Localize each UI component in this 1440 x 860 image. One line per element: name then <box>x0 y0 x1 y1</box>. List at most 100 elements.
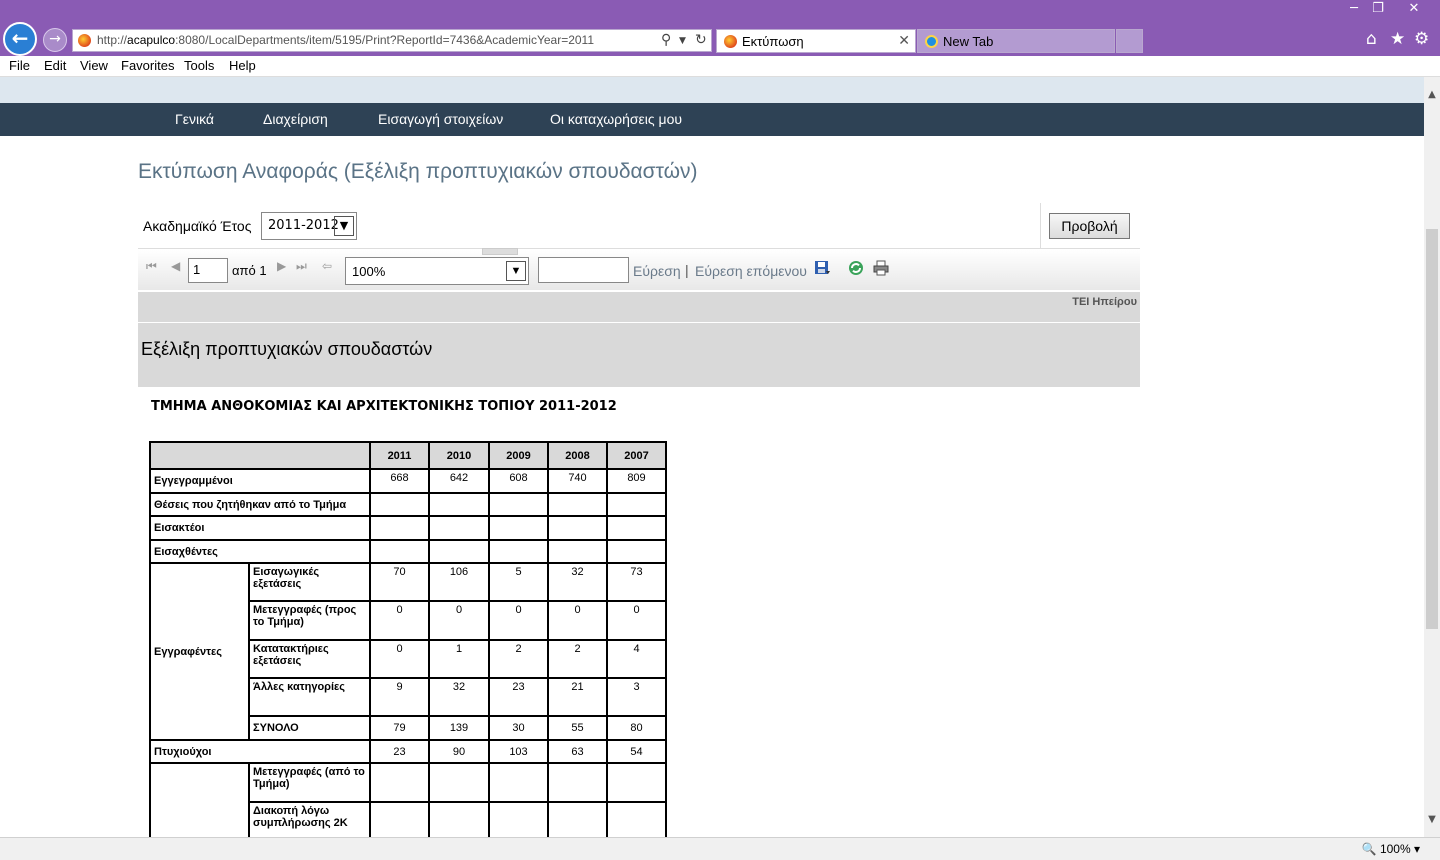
table-cell: 0 <box>606 600 667 641</box>
page-count: από 1 <box>232 263 267 278</box>
find-separator: | <box>685 262 689 278</box>
tab-print[interactable]: Εκτύπωση ✕ <box>716 29 916 53</box>
back-button[interactable]: ← <box>3 22 37 56</box>
restore-icon[interactable]: ❐ <box>1363 1 1393 16</box>
refresh-icon[interactable] <box>848 260 864 276</box>
year-select[interactable]: 2011-2012 ▼ <box>261 212 357 240</box>
row-label: Μετεγγραφές (από το Τμήμα) <box>248 762 371 803</box>
page-title: Εκτύπωση Αναφοράς (Εξέλιξη προπτυχιακών … <box>138 160 698 183</box>
chevron-down-icon[interactable]: ▼ <box>679 36 686 46</box>
view-report-button[interactable]: Προβολή <box>1049 213 1130 239</box>
table-cell: 0 <box>547 600 608 641</box>
previous-page-icon[interactable]: ◀ <box>171 259 180 273</box>
row-label: ΣΥΝΟΛΟ <box>248 715 371 741</box>
table-cell: 5 <box>488 562 549 602</box>
table-cell <box>428 539 490 564</box>
home-icon[interactable]: ⌂ <box>1366 29 1377 49</box>
last-page-icon[interactable]: ⏭ <box>296 259 307 274</box>
gear-icon[interactable]: ⚙ <box>1414 29 1429 49</box>
address-url: http://acapulco:8080/LocalDepartments/it… <box>97 33 595 47</box>
nav-data-entry[interactable]: Εισαγωγή στοιχείων <box>378 111 503 127</box>
page-number-input[interactable]: 1 <box>188 258 228 283</box>
tab-new-tab[interactable]: New Tab <box>917 29 1115 53</box>
refresh-icon[interactable]: ↻ <box>695 32 707 48</box>
collapse-parameters-handle[interactable] <box>482 248 518 255</box>
student-progress-table: 2011 2010 2009 2008 2007 Εγγεγραμμένοι 6… <box>149 441 667 837</box>
nav-general[interactable]: Γενικά <box>175 111 214 127</box>
table-cell: 4 <box>606 639 667 679</box>
browser-title-bar: ← → http://acapulco:8080/LocalDepartment… <box>0 0 1440 56</box>
year-header: 2008 <box>547 441 608 470</box>
menu-view[interactable]: View <box>80 58 108 73</box>
menu-favorites[interactable]: Favorites <box>121 58 174 73</box>
nav-my-entries[interactable]: Οι καταχωρήσεις μου <box>550 111 682 127</box>
year-header: 2011 <box>369 441 430 470</box>
favorites-star-icon[interactable]: ★ <box>1390 29 1405 49</box>
table-cell <box>547 492 608 517</box>
table-cell: 32 <box>428 677 490 717</box>
table-cell <box>488 762 549 803</box>
status-bar: 🔍 100% ▾ <box>0 837 1440 860</box>
menu-file[interactable]: File <box>9 58 30 73</box>
address-bar[interactable]: http://acapulco:8080/LocalDepartments/it… <box>72 29 712 52</box>
chevron-down-icon: ▼ <box>506 261 526 281</box>
table-cell <box>428 762 490 803</box>
table-cell <box>369 492 430 517</box>
table-cell <box>547 515 608 541</box>
table-cell: 70 <box>369 562 430 602</box>
table-cell <box>488 515 549 541</box>
report-title: Εξέλιξη προπτυχιακών σπουδαστών <box>141 339 433 359</box>
table-cell: 809 <box>606 468 667 494</box>
table-cell <box>369 762 430 803</box>
tab-label: Εκτύπωση <box>742 34 804 49</box>
row-label: Πτυχιούχοι <box>149 739 371 764</box>
zoom-select[interactable]: 100% ▼ <box>345 257 529 285</box>
menu-edit[interactable]: Edit <box>44 58 66 73</box>
table-cell: 740 <box>547 468 608 494</box>
back-to-parent-icon[interactable]: ⇦ <box>322 259 332 273</box>
chevron-down-icon: ▼ <box>334 216 354 236</box>
table-cell: 23 <box>369 739 430 764</box>
nav-management[interactable]: Διαχείριση <box>263 111 328 127</box>
find-next-link[interactable]: Εύρεση επόμενου <box>695 263 807 279</box>
close-tab-icon[interactable]: ✕ <box>898 32 910 49</box>
find-input[interactable] <box>538 257 629 283</box>
next-page-icon[interactable]: ▶ <box>277 259 286 273</box>
table-cell: 90 <box>428 739 490 764</box>
scroll-down-icon[interactable]: ▼ <box>1424 814 1440 825</box>
table-cell <box>606 801 667 837</box>
export-save-icon[interactable] <box>814 260 830 276</box>
first-page-icon[interactable]: ⏮ <box>146 259 157 274</box>
table-cell <box>428 492 490 517</box>
close-window-icon[interactable]: ✕ <box>1399 1 1429 16</box>
scroll-up-icon[interactable]: ▲ <box>1424 89 1440 100</box>
scroll-thumb[interactable] <box>1426 229 1438 629</box>
table-cell <box>488 492 549 517</box>
table-cell: 2 <box>547 639 608 679</box>
menu-help[interactable]: Help <box>229 58 256 73</box>
year-header: 2007 <box>606 441 667 470</box>
table-cell: 668 <box>369 468 430 494</box>
table-cell: 0 <box>369 600 430 641</box>
tab-label: New Tab <box>943 34 994 49</box>
table-cell <box>369 801 430 837</box>
year-header: 2010 <box>428 441 490 470</box>
new-tab-button[interactable] <box>1116 29 1143 53</box>
forward-button[interactable]: → <box>43 28 67 52</box>
row-label: Εισαχθέντες <box>149 539 371 564</box>
print-icon[interactable] <box>873 260 889 276</box>
site-favicon-icon <box>78 34 91 47</box>
table-cell: 80 <box>606 715 667 741</box>
row-label: Εισακτέοι <box>149 515 371 541</box>
table-cell <box>606 492 667 517</box>
table-cell: 63 <box>547 739 608 764</box>
zoom-level[interactable]: 🔍 100% ▾ <box>1362 842 1420 856</box>
year-label: Ακαδημαϊκό Έτος <box>143 218 252 234</box>
menu-tools[interactable]: Tools <box>184 58 214 73</box>
search-icon[interactable]: ⚲ <box>661 32 671 48</box>
vertical-scrollbar[interactable]: ▲ ▼ <box>1424 77 1440 837</box>
table-cell: 0 <box>428 600 490 641</box>
find-link[interactable]: Εύρεση <box>633 263 681 279</box>
divider <box>1040 203 1041 249</box>
table-cell: 642 <box>428 468 490 494</box>
